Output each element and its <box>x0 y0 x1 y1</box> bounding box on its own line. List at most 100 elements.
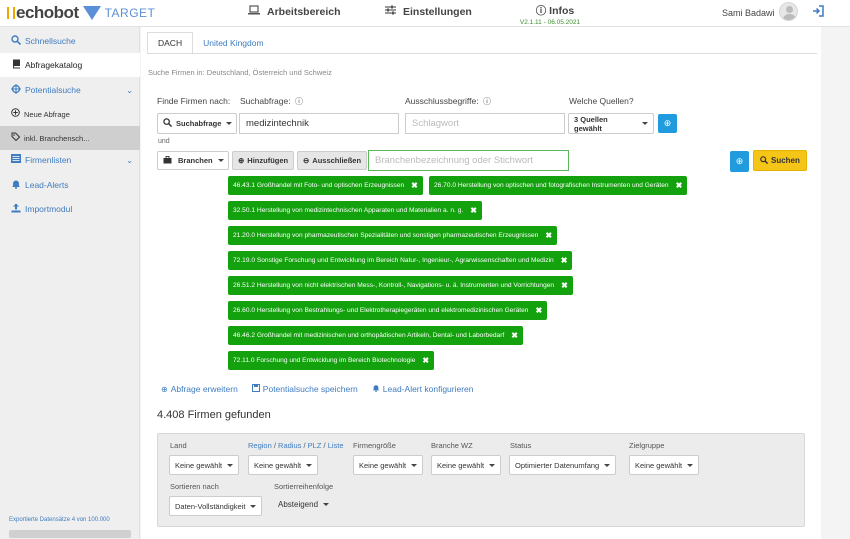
close-icon[interactable]: ✖ <box>535 306 542 315</box>
search-icon <box>9 34 23 48</box>
branch-tag-label: 26.70.0 Herstellung von optischen und fo… <box>434 182 669 189</box>
sidebar-item-branchensch[interactable]: inkl. Branchensch... <box>0 126 140 150</box>
add-branch-plus-button[interactable]: ⊕ <box>730 151 749 172</box>
sidebar-item-potentialsuche[interactable]: Potentialsuche ⌄ <box>0 78 140 102</box>
echobot-logo[interactable]: echobot TARGET <box>7 3 155 22</box>
close-icon[interactable]: ✖ <box>422 356 429 365</box>
nav-settings[interactable]: Einstellungen <box>385 5 472 18</box>
close-icon[interactable]: ✖ <box>561 281 568 290</box>
add-branch-button[interactable]: ⊕ Hinzufügen <box>232 151 295 170</box>
branch-tag-label: 26.51.2 Herstellung von nicht elektrisch… <box>233 282 555 289</box>
close-icon[interactable]: ✖ <box>470 206 477 215</box>
region-tabs: DACH United Kingdom <box>147 32 274 54</box>
sidebar-item-neue-abfrage[interactable]: Neue Abfrage <box>0 102 140 126</box>
sidebar-item-label: Firmenlisten <box>25 155 72 165</box>
save-search-link[interactable]: Potentialsuche speichern <box>251 384 358 394</box>
avatar-body <box>783 14 796 20</box>
user-name[interactable]: Sami Badawi <box>722 8 775 18</box>
filter-target-value: Keine gewählt <box>635 460 683 470</box>
sources-value: 3 Quellen gewählt <box>574 114 608 133</box>
sources-dropdown[interactable]: 3 Quellen gewählt <box>568 113 654 134</box>
query-label: Suchabfrage: ⓘ <box>240 96 303 107</box>
main-panel: DACH United Kingdom Suche Firmen in: Deu… <box>141 27 821 539</box>
branch-type-dropdown[interactable]: Branchen <box>157 151 229 170</box>
sidebar-item-label: inkl. Branchensch... <box>24 133 90 143</box>
branch-tag-label: 46.46.2 Großhandel mit medizinischen und… <box>233 332 505 339</box>
query-input[interactable]: medizintechnik <box>239 113 399 134</box>
export-counter: Exportierte Datensätze 4 von 100.000 <box>9 517 110 523</box>
configure-alert-link[interactable]: Lead-Alert konfigurieren <box>372 384 474 394</box>
find-label: Finde Firmen nach: <box>157 96 231 106</box>
exclude-branch-button[interactable]: ⊖ Ausschließen <box>297 151 368 170</box>
info-circle-icon[interactable]: ⓘ <box>483 97 491 106</box>
branch-tag-label: 32.50.1 Herstellung von medizintechnisch… <box>233 207 464 214</box>
filter-land-dropdown[interactable]: Keine gewählt <box>169 455 240 475</box>
logo-text: echobot <box>16 3 79 22</box>
sidebar-item-label: Importmodul <box>25 204 73 214</box>
radius-link[interactable]: Radius <box>278 441 301 450</box>
result-count: 4.408 Firmen gefunden <box>157 409 271 421</box>
order-dropdown[interactable]: Absteigend <box>278 500 330 509</box>
nav-workspace[interactable]: Arbeitsbereich <box>248 5 341 18</box>
plus-circle-icon: ⊕ <box>161 384 168 394</box>
order-value: Absteigend <box>278 500 319 509</box>
upload-icon <box>9 203 23 216</box>
exclude-input[interactable]: Schlagwort <box>405 113 565 134</box>
filter-branche-dropdown[interactable]: Keine gewählt <box>431 455 502 475</box>
sort-dropdown[interactable]: Daten-Vollständigkeit <box>169 496 263 516</box>
filter-status-dropdown[interactable]: Optimierter Datenumfang <box>509 455 617 475</box>
version-label: V2.1.11 - 06.05.2021 <box>519 19 581 26</box>
filter-status-label: Status <box>510 441 532 450</box>
close-icon[interactable]: ✖ <box>561 256 568 265</box>
tab-united-kingdom[interactable]: United Kingdom <box>193 32 273 54</box>
close-icon[interactable]: ✖ <box>511 331 518 340</box>
filter-region-dropdown[interactable]: Keine gewählt <box>248 455 319 475</box>
filter-size-dropdown[interactable]: Keine gewählt <box>353 455 424 475</box>
search-icon <box>760 155 769 166</box>
branch-tag-label: 46.43.1 Großhandel mit Foto- und optisch… <box>233 182 405 189</box>
caret-down-icon <box>323 503 330 506</box>
branch-tag-label: 72.11.0 Forschung und Entwicklung im Ber… <box>233 357 416 364</box>
plz-link[interactable]: PLZ <box>308 441 322 450</box>
info-circle-icon[interactable]: ⓘ <box>295 97 303 106</box>
filter-land-label: Land <box>170 441 187 450</box>
nav-infos[interactable]: ⓘ Infos V2.1.11 - 06.05.2021 <box>520 3 590 26</box>
configure-alert-label: Lead-Alert konfigurieren <box>382 384 474 394</box>
exclude-branch-label: Ausschließen <box>312 156 362 165</box>
sidebar-item-schnellsuche[interactable]: Schnellsuche <box>0 29 140 53</box>
branch-tag: 72.11.0 Forschung und Entwicklung im Ber… <box>228 351 435 370</box>
plus-circle-icon: ⊕ <box>735 156 744 166</box>
sidebar-item-lead-alerts[interactable]: Lead-Alerts <box>0 173 140 197</box>
filter-status-value: Optimierter Datenumfang <box>515 460 600 470</box>
sidebar-item-firmenlisten[interactable]: Firmenlisten ⌄ <box>0 148 140 172</box>
search-type-value: Suchabfrage <box>176 119 222 128</box>
close-icon[interactable]: ✖ <box>411 181 418 190</box>
avatar[interactable] <box>779 2 798 21</box>
sidebar-item-importmodul[interactable]: Importmodul <box>0 197 140 221</box>
branch-tag: 46.43.1 Großhandel mit Foto- und optisch… <box>228 176 423 195</box>
search-type-dropdown[interactable]: Suchabfrage <box>157 113 237 134</box>
add-source-button[interactable]: ⊕ <box>658 114 677 133</box>
region-link[interactable]: Region <box>248 441 272 450</box>
caret-down-icon <box>489 463 496 467</box>
search-button-label: Suchen <box>771 156 800 165</box>
briefcase-icon <box>163 155 172 166</box>
search-button[interactable]: Suchen <box>753 150 807 171</box>
branch-tag: 21.20.0 Herstellung von pharmazeutischen… <box>228 226 558 245</box>
info-circle-icon: ⓘ <box>535 5 547 17</box>
close-icon[interactable]: ✖ <box>545 231 552 240</box>
sidebar-item-abfragekatalog[interactable]: Abfragekatalog <box>0 53 140 77</box>
branch-tag: 26.60.0 Herstellung von Bestrahlungs- un… <box>228 301 548 320</box>
tab-dach[interactable]: DACH <box>147 32 194 54</box>
caret-down-icon <box>227 463 234 467</box>
branch-search-input[interactable]: Branchenbezeichnung oder Stichwort <box>368 150 569 171</box>
caret-down-icon <box>642 122 648 125</box>
close-icon[interactable]: ✖ <box>676 181 683 190</box>
logo-triangle-icon <box>82 6 101 20</box>
logo-bars-icon <box>7 7 15 19</box>
liste-link[interactable]: Liste <box>328 441 344 450</box>
branch-tag: 72.19.0 Sonstige Forschung und Entwicklu… <box>228 251 573 270</box>
expand-query-link[interactable]: ⊕ Abfrage erweitern <box>161 384 238 394</box>
filter-target-dropdown[interactable]: Keine gewählt <box>629 455 700 475</box>
logout-icon[interactable] <box>812 5 824 20</box>
